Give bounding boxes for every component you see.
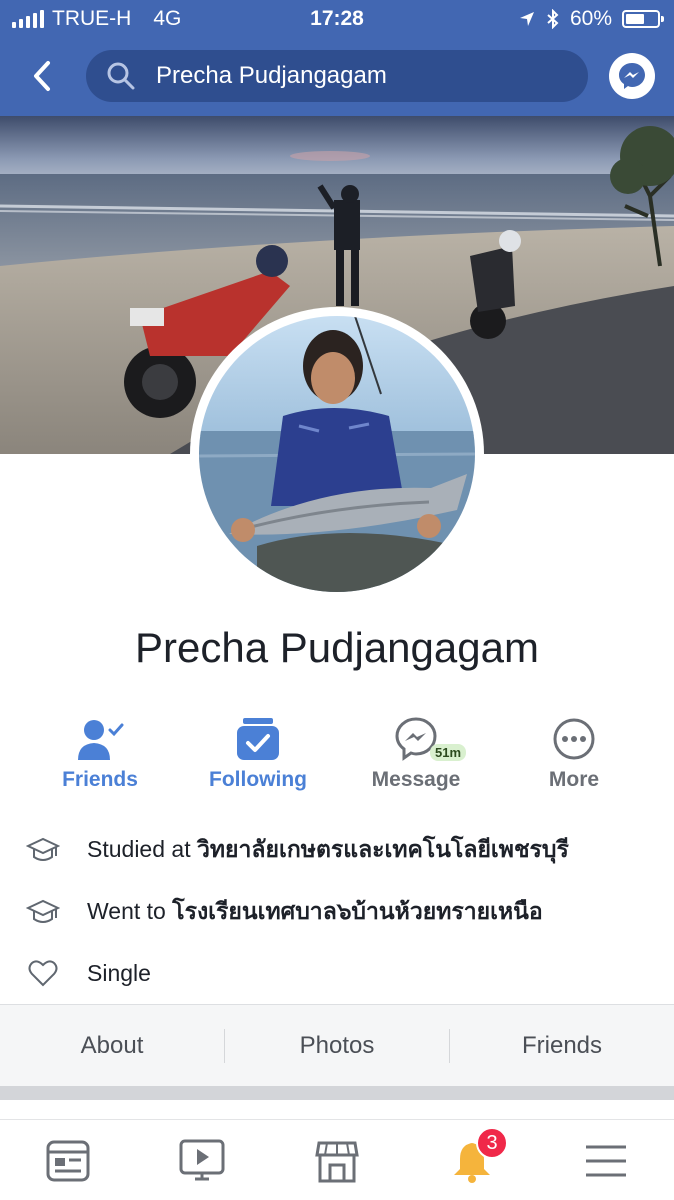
- news-feed-icon: [46, 1140, 90, 1182]
- profile-actions: Friends Following 51m Message More: [0, 714, 674, 804]
- studied-prefix: Studied at: [87, 836, 197, 862]
- following-button[interactable]: Following: [188, 714, 328, 792]
- profile-name: Precha Pudjangagam: [135, 624, 539, 671]
- video-icon: [179, 1139, 225, 1181]
- heart-icon: [26, 956, 60, 990]
- friend-check-icon: [30, 714, 170, 764]
- profile-tabs: About Photos Friends: [0, 1004, 674, 1086]
- chevron-left-icon: [34, 61, 50, 91]
- nav-news-feed[interactable]: [40, 1136, 96, 1186]
- more-button[interactable]: More: [504, 714, 644, 792]
- tab-about[interactable]: About: [0, 1005, 224, 1087]
- notification-count-badge: 3: [476, 1127, 508, 1159]
- search-bar[interactable]: Precha Pudjangagam: [86, 50, 588, 102]
- active-time-badge: 51m: [430, 744, 467, 761]
- status-bar: TRUE-H 4G 17:28 60%: [0, 0, 674, 38]
- intro-relationship-row[interactable]: Single: [0, 953, 674, 993]
- friends-label: Friends: [62, 768, 138, 791]
- nav-watch[interactable]: [174, 1136, 230, 1186]
- top-bar: TRUE-H 4G 17:28 60% Precha Pudjangagam: [0, 0, 674, 116]
- intro-went-row[interactable]: Went to โรงเรียนเทศบาล๖บ้านห้วยทรายเหนือ: [0, 892, 674, 932]
- following-icon: [188, 714, 328, 764]
- search-icon: [106, 61, 136, 91]
- battery-icon: [622, 10, 664, 28]
- studied-place-link[interactable]: วิทยาลัยเกษตรและเทคโนโลยีเพชรบุรี: [197, 836, 569, 862]
- status-right: 60%: [518, 7, 664, 31]
- friends-button[interactable]: Friends: [30, 714, 170, 792]
- more-label: More: [548, 768, 600, 791]
- more-icon: [504, 714, 644, 764]
- went-place-link[interactable]: โรงเรียนเทศบาล๖บ้านห้วยทรายเหนือ: [172, 898, 542, 924]
- bluetooth-icon: [547, 9, 559, 29]
- tab-photos[interactable]: Photos: [225, 1005, 449, 1087]
- bottom-nav: [0, 1120, 674, 1200]
- marketplace-icon: [315, 1141, 359, 1183]
- section-divider: [0, 1086, 674, 1100]
- hamburger-menu-icon: [586, 1145, 626, 1177]
- graduation-cap-icon: [26, 895, 60, 929]
- went-prefix: Went to: [87, 898, 173, 924]
- profile-picture[interactable]: [190, 307, 484, 601]
- message-button[interactable]: 51m Message: [346, 714, 486, 792]
- location-icon: [519, 12, 534, 26]
- battery-percent: 60%: [569, 7, 612, 30]
- relationship-text: Single: [87, 959, 151, 986]
- intro-went-text: Went to โรงเรียนเทศบาล๖บ้านห้วยทรายเหนือ: [87, 894, 543, 930]
- messenger-icon: [619, 63, 645, 89]
- following-label: Following: [209, 768, 307, 791]
- intro-studied-row[interactable]: Studied at วิทยาลัยเกษตรและเทคโนโลยีเพชร…: [0, 830, 674, 870]
- tab-friends[interactable]: Friends: [450, 1005, 674, 1087]
- search-text: Precha Pudjangagam: [156, 62, 387, 89]
- back-button[interactable]: [22, 56, 62, 96]
- message-label: Message: [371, 768, 461, 791]
- messenger-button[interactable]: [609, 53, 655, 99]
- messenger-icon: 51m: [346, 714, 486, 764]
- nav-menu[interactable]: [578, 1136, 634, 1186]
- graduation-cap-icon: [26, 833, 60, 867]
- intro-studied-text: Studied at วิทยาลัยเกษตรและเทคโนโลยีเพชร…: [87, 832, 569, 868]
- nav-marketplace[interactable]: [309, 1136, 365, 1186]
